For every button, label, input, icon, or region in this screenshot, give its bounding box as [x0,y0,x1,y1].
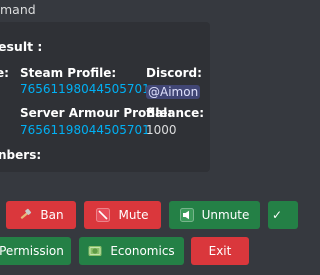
discord-label: Discord: [146,66,202,80]
exit-label: Exit [208,244,232,258]
balance-label: Balance: [146,106,205,120]
mute-button[interactable]: Mute [84,201,161,229]
server-armour-profile-link[interactable]: 76561198044505701 [20,123,150,137]
check-icon: ✓ [271,208,283,222]
discord-mention[interactable]: @Aimon [146,85,201,99]
speaker-icon [179,208,194,222]
command-title: mand [0,2,36,17]
partial-button[interactable]: ✓ [268,201,298,229]
mute-label: Mute [118,208,149,222]
economics-label: Economics [110,244,175,258]
ban-button[interactable]: Ban [6,201,76,229]
money-icon [88,245,102,257]
permission-label: Permission [0,244,64,258]
permission-button[interactable]: Permission [0,237,71,265]
steam-profile-link[interactable]: 76561198044505701 [20,82,150,96]
unmute-label: Unmute [201,208,250,222]
result-embed: esult : e: Steam Profile: 76561198044505… [0,22,210,172]
ban-label: Ban [40,208,64,222]
economics-button[interactable]: Economics [79,237,184,265]
mute-icon [96,208,111,222]
hammer-icon [18,208,32,222]
steam-profile-label: Steam Profile: [20,66,117,80]
embed-heading: esult : [0,39,43,54]
balance-value: 1000 [146,123,177,137]
unmute-button[interactable]: Unmute [169,201,260,229]
exit-button[interactable]: Exit [191,237,249,265]
members-label: nbers: [0,148,42,162]
partial-field-label: e: [0,66,9,80]
